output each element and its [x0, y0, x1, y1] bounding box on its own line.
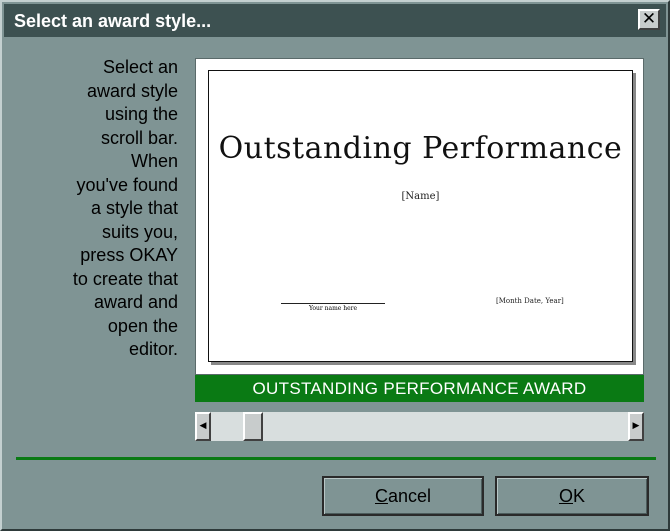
instruction-line: award style	[86, 80, 178, 101]
signature-line: Your name here	[281, 303, 385, 312]
instruction-line: open the	[107, 315, 178, 336]
ok-button[interactable]: OK	[495, 476, 649, 516]
instructions-text: Select an award style using the scroll b…	[8, 56, 178, 362]
style-scrollbar[interactable]: ◀ ▶	[195, 412, 644, 441]
instruction-line: using the	[104, 104, 178, 124]
close-icon[interactable]: ✕	[638, 9, 660, 30]
ok-label: K	[573, 486, 586, 506]
instruction-line: a style that	[90, 198, 178, 218]
cancel-button[interactable]: Cancel	[322, 476, 484, 516]
certificate-body: [Name]	[209, 191, 632, 203]
award-style-label: OUTSTANDING PERFORMANCE AWARD	[195, 375, 644, 402]
instruction-line: you've found	[76, 174, 178, 195]
instruction-line: editor.	[128, 339, 178, 359]
title-bar[interactable]: Select an award style... ✕	[4, 4, 666, 37]
instruction-line: press OKAY	[80, 245, 178, 265]
scroll-right-arrow-icon[interactable]: ▶	[628, 412, 644, 441]
instruction-line: to create that	[72, 268, 178, 289]
divider	[16, 457, 656, 460]
ok-mnemonic: O	[558, 486, 573, 506]
date-placeholder: [Month Date, Year]	[496, 297, 564, 305]
instruction-line: Select an	[102, 57, 178, 77]
instruction-line: award and	[93, 292, 178, 312]
instruction-line: suits you,	[101, 221, 178, 242]
scroll-left-arrow-icon[interactable]: ◀	[195, 412, 211, 441]
award-preview: Outstanding Performance [Name] Your name…	[195, 58, 644, 375]
window-title: Select an award style...	[14, 11, 212, 31]
cancel-label: ancel	[387, 486, 432, 506]
instruction-line: When	[130, 151, 178, 171]
instruction-line: scroll bar.	[100, 127, 178, 148]
certificate-name-placeholder: [Name]	[401, 191, 440, 202]
scroll-thumb[interactable]	[243, 412, 263, 441]
certificate-preview: Outstanding Performance [Name] Your name…	[208, 70, 633, 362]
award-style-dialog: Select an award style... ✕ Select an awa…	[0, 0, 670, 531]
certificate-title: Outstanding Performance	[218, 131, 623, 166]
cancel-mnemonic: C	[374, 486, 388, 506]
